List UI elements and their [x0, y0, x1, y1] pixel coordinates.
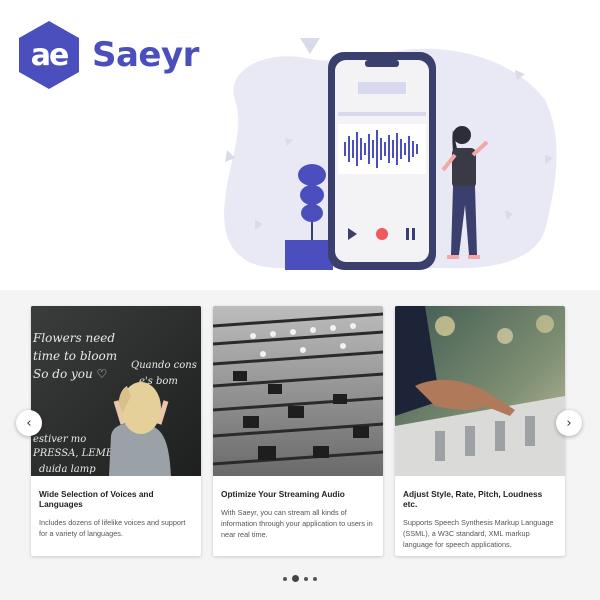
carousel-pagination — [0, 575, 600, 582]
mixing-console-photo — [213, 306, 383, 476]
card-title: Wide Selection of Voices and Languages — [39, 489, 154, 509]
pagination-dot-active[interactable] — [292, 575, 299, 582]
hero-section: ae Saeyr — [0, 0, 600, 290]
brand-name: Saeyr — [92, 35, 199, 75]
brand-logo[interactable]: ae Saeyr — [18, 20, 199, 90]
logo-mark: ae — [30, 37, 70, 73]
chevron-right-icon[interactable]: › — [556, 410, 582, 436]
card-title: Optimize Your Streaming Audio — [221, 489, 345, 499]
feature-card-ssml[interactable]: Adjust Style, Rate, Pitch, Loudness etc.… — [395, 306, 565, 556]
chalk-line-4: Quando cons — [131, 360, 197, 371]
chalk-line-6: estiver mo — [33, 434, 86, 445]
chevron-left-icon[interactable]: ‹ — [16, 410, 42, 436]
card-description: Supports Speech Synthesis Markup Languag… — [403, 518, 554, 549]
chalk-line-2: time to bloom — [33, 349, 117, 363]
chalk-line-8: duida lamp — [39, 464, 96, 475]
pagination-dot[interactable] — [313, 576, 317, 581]
card-description: Includes dozens of lifelike voices and s… — [39, 518, 186, 538]
pagination-dot[interactable] — [283, 576, 287, 581]
feature-card-streaming[interactable]: Optimize Your Streaming Audio With Saeyr… — [213, 306, 383, 556]
chalk-line-1: Flowers need — [32, 331, 115, 345]
feature-card-voices[interactable]: Flowers need time to bloom So do you ♡ Q… — [31, 306, 201, 556]
hero-illustration — [224, 38, 557, 270]
hand-on-mixer-photo — [395, 306, 565, 476]
card-description: With Saeyr, you can stream all kinds of … — [221, 508, 373, 539]
chalkboard-student-photo: Flowers need time to bloom So do you ♡ Q… — [31, 306, 201, 476]
card-title: Adjust Style, Rate, Pitch, Loudness etc. — [403, 489, 543, 509]
pagination-dot[interactable] — [304, 576, 308, 581]
chalk-line-3: So do you ♡ — [33, 367, 107, 381]
hexagon-logo-icon: ae — [18, 20, 80, 90]
